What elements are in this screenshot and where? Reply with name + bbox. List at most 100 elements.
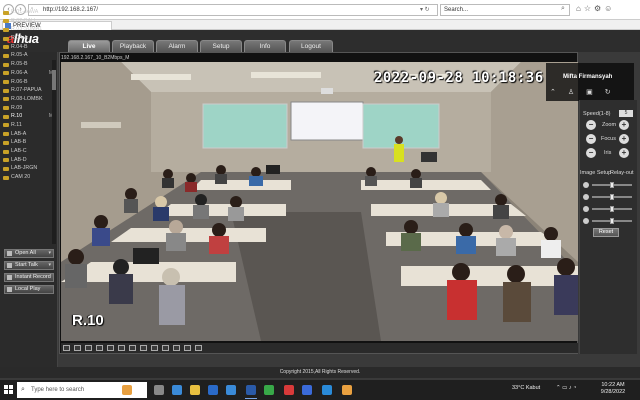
overlay-controls[interactable]: ⌃♙▣↻ bbox=[550, 88, 623, 96]
address-bar[interactable]: http://192.168.2.167/ bbox=[28, 4, 438, 16]
camera-label: LAB-A bbox=[11, 130, 27, 137]
camera-list-item[interactable]: R.04-A bbox=[3, 34, 55, 43]
tab-info[interactable]: Info bbox=[244, 40, 286, 52]
instant-record-button[interactable]: Instant Record bbox=[4, 273, 54, 282]
tab-alarm[interactable]: Alarm bbox=[156, 40, 198, 52]
browser-search-input[interactable]: Search... bbox=[440, 4, 570, 16]
outlook-icon[interactable] bbox=[322, 385, 332, 395]
camera-list-item[interactable]: R.01-JAWA bbox=[3, 8, 55, 17]
reset-button[interactable]: Reset bbox=[593, 228, 619, 237]
layout-4-icon[interactable] bbox=[74, 345, 81, 351]
tab-setup[interactable]: Setup bbox=[200, 40, 242, 52]
camera-list-item[interactable]: R.05-A bbox=[3, 51, 55, 60]
slider-track[interactable] bbox=[592, 218, 632, 224]
camera-list-item[interactable]: R.07-PAPUA bbox=[3, 86, 55, 95]
start-talk-button[interactable]: Start Talk ▾ bbox=[4, 261, 54, 270]
layout-custom-icon[interactable] bbox=[118, 345, 125, 351]
scrollbar-thumb[interactable] bbox=[52, 70, 56, 90]
refresh-icon[interactable]: ▾ ↻ bbox=[420, 6, 430, 13]
teams-icon[interactable] bbox=[302, 385, 312, 395]
slider-knob[interactable] bbox=[610, 182, 614, 188]
camera-list-item[interactable]: R.09 bbox=[3, 104, 55, 113]
widget-icon[interactable] bbox=[122, 385, 132, 395]
camera-list-item[interactable]: R.10 M bbox=[3, 112, 55, 121]
zoom-in-button[interactable]: + bbox=[619, 120, 629, 130]
settings-icon[interactable] bbox=[184, 345, 191, 351]
iris-minus-button[interactable]: − bbox=[586, 148, 596, 158]
monitor bbox=[421, 152, 437, 162]
layout-16-icon[interactable] bbox=[107, 345, 114, 351]
zoom-out-button[interactable]: − bbox=[586, 120, 596, 130]
audio-icon[interactable] bbox=[151, 345, 158, 351]
camera-list-item[interactable]: R.06-A M bbox=[3, 69, 55, 78]
fullscreen-icon[interactable] bbox=[85, 345, 92, 351]
layout-9-icon[interactable] bbox=[96, 345, 103, 351]
refresh-icon[interactable]: ↻ bbox=[605, 89, 623, 96]
slider-knob[interactable] bbox=[610, 218, 614, 224]
tab-logout[interactable]: Logout bbox=[289, 40, 333, 52]
desk bbox=[361, 180, 491, 190]
ie-icon[interactable] bbox=[246, 385, 256, 395]
camera-list-item[interactable]: R.05-B bbox=[3, 60, 55, 69]
live-video-feed[interactable] bbox=[61, 62, 578, 341]
camera-icon[interactable]: ▣ bbox=[586, 89, 605, 96]
zoom-icon[interactable] bbox=[162, 345, 169, 351]
close-all-icon[interactable] bbox=[195, 345, 202, 351]
layout-1-icon[interactable] bbox=[63, 345, 70, 351]
edge-icon[interactable] bbox=[172, 385, 182, 395]
tab-playback[interactable]: Playback bbox=[112, 40, 154, 52]
local-play-button[interactable]: Local Play bbox=[4, 285, 54, 294]
tab-live[interactable]: Live bbox=[68, 40, 110, 52]
iris-plus-button[interactable]: + bbox=[619, 148, 629, 158]
windows-start-icon[interactable] bbox=[4, 385, 14, 395]
browser-tool-icons[interactable]: ⌂☆⚙☺ bbox=[576, 4, 615, 13]
contrast-slider[interactable] bbox=[583, 194, 633, 200]
saturation-slider[interactable] bbox=[583, 206, 633, 212]
camera-list-item[interactable]: LAB-JRGN bbox=[3, 164, 55, 173]
camera-list-item[interactable]: LAB-B bbox=[3, 138, 55, 147]
camera-list-item[interactable]: R.04-B bbox=[3, 43, 55, 52]
image-setup-tab[interactable]: Image Setup bbox=[580, 170, 611, 176]
slider-track[interactable] bbox=[592, 182, 632, 188]
taskbar-clock[interactable]: 10:22 AM 9/28/2022 bbox=[598, 382, 628, 396]
stream-icon[interactable] bbox=[173, 345, 180, 351]
search-icon[interactable]: ⌕ bbox=[561, 5, 565, 13]
open-all-button[interactable]: Open All ▾ bbox=[4, 249, 54, 258]
slider-track[interactable] bbox=[592, 206, 632, 212]
task-view-icon[interactable] bbox=[154, 385, 164, 395]
camera-list-scrollbar[interactable] bbox=[52, 60, 56, 244]
camera-list-item[interactable]: LAB-C bbox=[3, 147, 55, 156]
slider-knob[interactable] bbox=[610, 194, 614, 200]
file-explorer-icon[interactable] bbox=[190, 385, 200, 395]
snapshot-icon[interactable] bbox=[129, 345, 136, 351]
camera-label: R.09 bbox=[11, 104, 23, 111]
camera-list-item[interactable]: R.08-LOMBK bbox=[3, 95, 55, 104]
collapse-icon[interactable]: ⌃ bbox=[550, 89, 568, 96]
camera-label: LAB-D bbox=[11, 156, 27, 163]
user-icon[interactable]: ♙ bbox=[568, 89, 586, 96]
hue-slider[interactable] bbox=[583, 218, 633, 224]
camera-label: R.06-B bbox=[11, 78, 28, 85]
focus-minus-button[interactable]: − bbox=[586, 134, 596, 144]
store-icon[interactable] bbox=[208, 385, 218, 395]
speed-select[interactable]: 5 bbox=[619, 110, 633, 117]
system-tray-icons[interactable]: ⌃ ▭ ♪ ◔ bbox=[556, 385, 576, 391]
record-toggle-icon[interactable] bbox=[140, 345, 147, 351]
slider-track[interactable] bbox=[592, 194, 632, 200]
weather-widget[interactable]: 33°C Kabut bbox=[512, 385, 540, 391]
relay-out-tab[interactable]: Relay-out bbox=[610, 170, 634, 176]
mail-icon[interactable] bbox=[226, 385, 236, 395]
camera-list-item[interactable]: LAB-D bbox=[3, 156, 55, 165]
camera-list-item[interactable]: R.06-B bbox=[3, 78, 55, 87]
camera-list-item[interactable]: R.11 bbox=[3, 121, 55, 130]
camera-list-item[interactable]: CAM 20 bbox=[3, 173, 55, 182]
chrome-icon[interactable] bbox=[264, 385, 274, 395]
brightness-slider[interactable] bbox=[583, 182, 633, 188]
app-icon[interactable] bbox=[284, 385, 294, 395]
app-icon[interactable] bbox=[342, 385, 352, 395]
camera-list-item[interactable]: R.02-BALI bbox=[3, 17, 55, 26]
camera-list-item[interactable]: LAB-A bbox=[3, 130, 55, 139]
slider-knob[interactable] bbox=[610, 206, 614, 212]
camera-list-item[interactable]: R.03-SUMA1 bbox=[3, 25, 55, 34]
focus-plus-button[interactable]: + bbox=[619, 134, 629, 144]
